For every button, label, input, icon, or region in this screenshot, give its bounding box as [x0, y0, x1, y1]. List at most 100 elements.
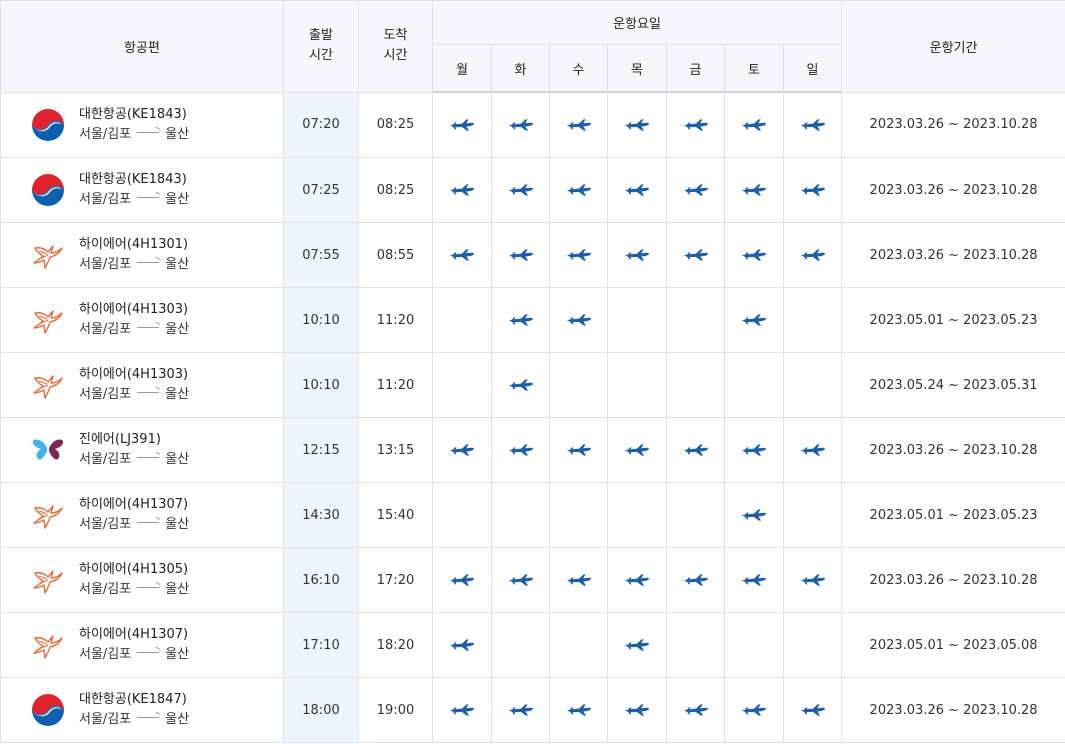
- airplane-icon: [508, 119, 533, 131]
- flight-schedule-table: 항공편 출발 시간 도착 시간 운항요일 운항기간 월 화 수 목 금 토 일 대한…: [0, 0, 1065, 743]
- route-to: 울산: [165, 517, 190, 532]
- airplane-icon: [508, 314, 533, 326]
- day-cell: [782, 157, 843, 223]
- day-cell: [549, 612, 608, 678]
- day-cell: [724, 417, 784, 483]
- table-row: 하이에어(4H1303) 서울/김포 울산 10:10 11:20 2023.05.24 …: [0, 352, 1065, 418]
- airplane-icon: [625, 574, 649, 586]
- route-from: 서울/김포: [79, 387, 132, 402]
- header-day-wed: 수: [549, 44, 608, 93]
- operation-period: 2023.05.24 ~ 2023.05.31: [841, 352, 1065, 418]
- hi-air-logo: [33, 310, 63, 334]
- airline-cell: 대한항공(KE1843) 서울/김포 울산: [0, 91, 284, 158]
- arrival-time: 17:20: [358, 547, 433, 613]
- airplane-icon: [566, 249, 591, 261]
- route-to: 울산: [165, 647, 190, 662]
- day-cell: [782, 547, 843, 613]
- day-cell: [666, 222, 725, 288]
- arrival-time: 08:25: [358, 157, 433, 223]
- airline-cell: 하이에어(4H1307) 서울/김포 울산: [0, 482, 284, 548]
- route: 서울/김포 울산: [79, 710, 189, 730]
- route-to: 울산: [165, 257, 190, 272]
- day-cell: [666, 352, 725, 418]
- day-cell: [491, 547, 550, 613]
- airplane-icon: [625, 444, 649, 456]
- airplane-icon: [450, 249, 474, 261]
- day-cell: [607, 287, 667, 353]
- korean-air-logo: [32, 694, 64, 726]
- header-departure-line1: 출발: [309, 28, 333, 44]
- arrival-time: 08:55: [358, 222, 433, 288]
- day-cell: [607, 547, 667, 613]
- route-from: 서울/김포: [79, 322, 132, 337]
- flight-name: 진에어(LJ391): [79, 432, 161, 447]
- operation-period: 2023.05.01 ~ 2023.05.23: [841, 287, 1065, 353]
- airplane-icon: [742, 249, 766, 261]
- day-cell: [549, 222, 608, 288]
- day-cell: [724, 287, 784, 353]
- header-day-sat: 토: [724, 44, 784, 93]
- route: 서울/김포 울산: [79, 190, 189, 210]
- airplane-icon: [800, 249, 825, 261]
- day-cell: [432, 222, 492, 288]
- header-period: 운항기간: [841, 0, 1065, 93]
- route: 서울/김포 울산: [79, 450, 189, 470]
- day-cell: [432, 417, 492, 483]
- day-cell: [607, 91, 667, 158]
- day-cell: [724, 157, 784, 223]
- route-to: 울산: [165, 126, 190, 142]
- day-cell: [607, 417, 667, 483]
- flight-name: 하이에어(4H1305): [79, 562, 189, 577]
- route-from: 서울/김포: [79, 192, 132, 207]
- day-cell: [432, 547, 492, 613]
- airplane-icon: [625, 704, 649, 716]
- day-cell: [666, 157, 725, 223]
- airplane-icon: [450, 574, 474, 586]
- route-arrow-icon: [137, 262, 160, 263]
- day-cell: [782, 91, 843, 158]
- jin-air-logo: [32, 439, 64, 460]
- flight-name: 하이에어(4H1303): [79, 302, 189, 317]
- arrival-time: 18:20: [358, 612, 433, 678]
- airplane-icon: [508, 249, 533, 261]
- day-cell: [491, 482, 550, 548]
- airplane-icon: [566, 574, 591, 586]
- airplane-icon: [742, 184, 766, 196]
- day-cell: [432, 91, 492, 158]
- table-row: 하이에어(4H1301) 서울/김포 울산 07:55 08:55 2023.03.26 …: [0, 222, 1065, 288]
- arrival-time: 13:15: [358, 417, 433, 483]
- table-row: 하이에어(4H1307) 서울/김포 울산 14:30 15:40 2023.05.01 …: [0, 482, 1065, 548]
- airplane-icon: [566, 444, 591, 456]
- airplane-icon: [683, 704, 708, 716]
- table-row: 대한항공(KE1843) 서울/김포 울산 07:25 08:25 2023.03.26 …: [0, 157, 1065, 223]
- flight-name: 하이에어(4H1303): [79, 367, 189, 382]
- day-cell: [724, 612, 784, 678]
- day-cell: [607, 157, 667, 223]
- day-cell: [549, 157, 608, 223]
- airplane-icon: [566, 119, 591, 131]
- operation-period: 2023.05.01 ~ 2023.05.23: [841, 482, 1065, 548]
- airplane-icon: [800, 444, 825, 456]
- airline-cell: 하이에어(4H1301) 서울/김포 울산: [0, 222, 284, 288]
- hi-air-logo: [33, 635, 63, 659]
- day-cell: [549, 677, 608, 743]
- day-cell: [432, 157, 492, 223]
- day-cell: [666, 677, 725, 743]
- header-arrival: 도착 시간: [358, 0, 433, 93]
- route: 서울/김포 울산: [79, 645, 189, 665]
- route-from: 서울/김포: [79, 452, 132, 467]
- route: 서울/김포 울산: [79, 580, 189, 600]
- operation-period: 2023.05.01 ~ 2023.05.08: [841, 612, 1065, 678]
- departure-time: 07:55: [283, 222, 359, 288]
- flight-name: 대한항공(KE1843): [79, 172, 187, 187]
- airplane-icon: [625, 639, 649, 651]
- day-cell: [491, 91, 550, 158]
- arrival-time: 11:20: [358, 287, 433, 353]
- day-cell: [549, 91, 608, 158]
- day-cell: [491, 222, 550, 288]
- airplane-icon: [800, 184, 825, 196]
- header-day-thu: 목: [607, 44, 667, 93]
- departure-time: 10:10: [283, 287, 359, 353]
- route: 서울/김포 울산: [79, 385, 189, 405]
- airplane-icon: [450, 444, 474, 456]
